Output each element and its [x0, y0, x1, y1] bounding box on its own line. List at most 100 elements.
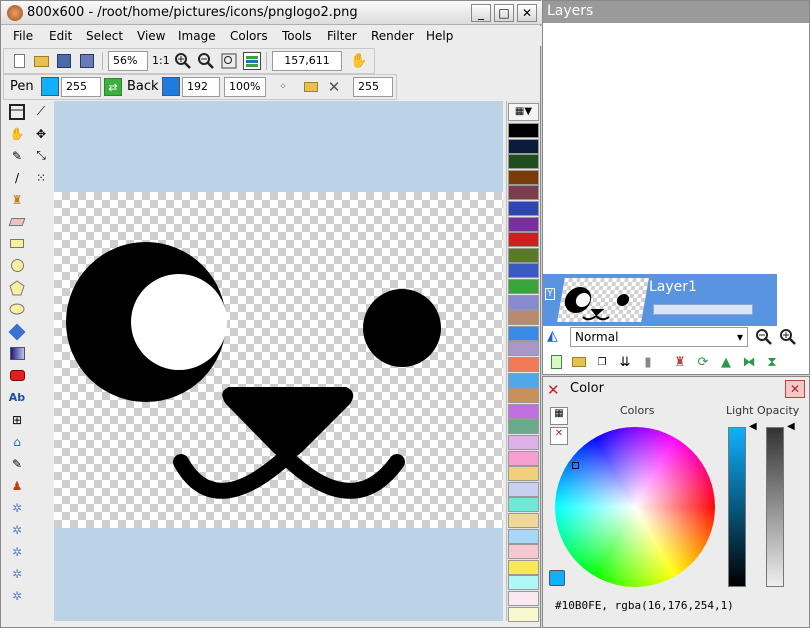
- eraser-icon[interactable]: [6, 211, 28, 232]
- duplicate-layer-icon[interactable]: ❐: [593, 353, 611, 371]
- flip-up-icon[interactable]: ▲: [717, 353, 735, 371]
- rounded-rect-icon[interactable]: [6, 365, 28, 386]
- palette-swatch[interactable]: [508, 263, 539, 279]
- color-panel-close-button[interactable]: ✕: [785, 380, 805, 398]
- layer-zoom-in-icon[interactable]: [779, 328, 797, 346]
- move-tool-icon[interactable]: ✥: [30, 123, 52, 144]
- save-all-icon[interactable]: [78, 52, 96, 70]
- menu-filter[interactable]: Filter: [327, 29, 357, 43]
- palette-swatch[interactable]: [508, 403, 539, 419]
- pencil-icon[interactable]: /: [6, 167, 28, 188]
- maximize-button[interactable]: □: [494, 4, 514, 22]
- palette-swatch[interactable]: [508, 185, 539, 201]
- palette-menu-button[interactable]: ▦▼: [508, 103, 539, 121]
- image-canvas[interactable]: [54, 192, 503, 528]
- grid-snap-icon[interactable]: ⁘: [274, 78, 292, 96]
- layer-opacity-bar[interactable]: [653, 304, 753, 315]
- open-layer-icon[interactable]: [570, 353, 588, 371]
- layer-zoom-out-icon[interactable]: [755, 328, 773, 346]
- opacity-slider[interactable]: [766, 427, 784, 587]
- lightness-slider[interactable]: [728, 427, 746, 587]
- pen-color-swatch[interactable]: [41, 77, 59, 96]
- palette-swatch[interactable]: [508, 606, 539, 622]
- zoom-in-icon[interactable]: [174, 52, 192, 70]
- back-color-swatch[interactable]: [162, 77, 180, 96]
- swap-colors-icon[interactable]: ⇄: [104, 78, 122, 96]
- palette-swatch[interactable]: [508, 201, 539, 216]
- palette-swatch[interactable]: [508, 591, 539, 606]
- palette-swatch[interactable]: [508, 247, 539, 263]
- palette-swatch[interactable]: [508, 388, 539, 404]
- crop-tool-icon[interactable]: ⊞: [6, 409, 28, 430]
- text-tool-icon[interactable]: Ab: [6, 387, 28, 408]
- palette-swatch[interactable]: [508, 232, 539, 248]
- magic-wand-icon[interactable]: ⟋: [30, 101, 52, 122]
- pen-opacity-field[interactable]: 255: [61, 77, 101, 97]
- effect-tool-2-icon[interactable]: ✲: [6, 519, 28, 540]
- menu-view[interactable]: View: [137, 29, 165, 43]
- merge-layer-icon[interactable]: ⇊: [616, 353, 634, 371]
- opacity-slider-handle[interactable]: ◀: [787, 421, 795, 432]
- palette-edit-icon[interactable]: ▦: [550, 407, 568, 425]
- open-folder-icon[interactable]: [32, 52, 50, 70]
- zoom-out-icon[interactable]: [197, 52, 215, 70]
- palette-swatch[interactable]: [508, 123, 539, 138]
- palette-swatch[interactable]: [508, 544, 539, 560]
- palette-swatch[interactable]: [508, 357, 539, 372]
- effect-tool-3-icon[interactable]: ✲: [6, 541, 28, 562]
- menu-render[interactable]: Render: [371, 29, 414, 43]
- rotate-layer-icon[interactable]: ⟳: [694, 353, 712, 371]
- brush-icon[interactable]: ♜: [6, 189, 28, 210]
- layer-properties-icon[interactable]: ♜: [671, 353, 689, 371]
- menu-edit[interactable]: Edit: [49, 29, 72, 43]
- new-file-icon[interactable]: [10, 52, 28, 70]
- palette-swatch[interactable]: [508, 466, 539, 482]
- palette-swatch[interactable]: [508, 450, 539, 466]
- palette-swatch[interactable]: [508, 497, 539, 513]
- palette-swatch[interactable]: [508, 310, 539, 326]
- effect-tool-1-icon[interactable]: ✲: [6, 497, 28, 518]
- flip-horizontal-icon[interactable]: ⧓: [740, 353, 758, 371]
- menu-image[interactable]: Image: [178, 29, 216, 43]
- stamp-icon[interactable]: ♟: [6, 475, 28, 496]
- flip-vertical-icon[interactable]: ⧗: [763, 353, 781, 371]
- close-button[interactable]: ✕: [517, 4, 537, 22]
- rect-select-icon[interactable]: [6, 101, 28, 122]
- spray-icon[interactable]: ⁙: [30, 167, 52, 188]
- color-wheel-marker[interactable]: [572, 462, 579, 469]
- palette-swatch[interactable]: [508, 513, 539, 528]
- palette-swatch[interactable]: [508, 559, 539, 575]
- zoom-field[interactable]: 56%: [108, 51, 148, 71]
- menu-file[interactable]: File: [13, 29, 33, 43]
- color-picker-icon[interactable]: ✎: [6, 145, 28, 166]
- hand-tool-icon[interactable]: ✋: [6, 123, 28, 144]
- palette-swatch[interactable]: [508, 372, 539, 388]
- palette-swatch[interactable]: [508, 325, 539, 341]
- menu-select[interactable]: Select: [86, 29, 123, 43]
- blend-mode-select[interactable]: Normal ▾: [570, 327, 748, 347]
- save-icon[interactable]: [55, 52, 73, 70]
- palette-swatch[interactable]: [508, 341, 539, 357]
- minimize-button[interactable]: _: [471, 4, 491, 22]
- layer-row[interactable]: Y Layer1: [543, 274, 777, 326]
- brush-percent-field[interactable]: 100%: [224, 77, 266, 97]
- palette-swatch[interactable]: [508, 419, 539, 435]
- palette-swatch[interactable]: [508, 216, 539, 232]
- gradient-icon[interactable]: [6, 343, 28, 364]
- palette-swatch[interactable]: [508, 138, 539, 154]
- alpha-field[interactable]: 255: [353, 77, 393, 97]
- current-color-swatch[interactable]: [549, 570, 565, 586]
- effect-tool-4-icon[interactable]: ✲: [6, 563, 28, 584]
- rectangle-tool-icon[interactable]: [6, 233, 28, 254]
- clear-icon[interactable]: ✕: [325, 78, 343, 96]
- palette-swatch[interactable]: [508, 279, 539, 294]
- effect-tool-5-icon[interactable]: ✲: [6, 585, 28, 606]
- palette-swatch[interactable]: [508, 169, 539, 185]
- palette-swatch[interactable]: [508, 435, 539, 450]
- ellipse-tool-icon[interactable]: [6, 255, 28, 276]
- palette-swatch[interactable]: [508, 154, 539, 170]
- zoom-1-1-button[interactable]: 1:1: [152, 54, 170, 67]
- menu-colors[interactable]: Colors: [230, 29, 268, 43]
- hand-icon[interactable]: ✋: [350, 52, 368, 70]
- layer-name[interactable]: Layer1: [649, 279, 697, 295]
